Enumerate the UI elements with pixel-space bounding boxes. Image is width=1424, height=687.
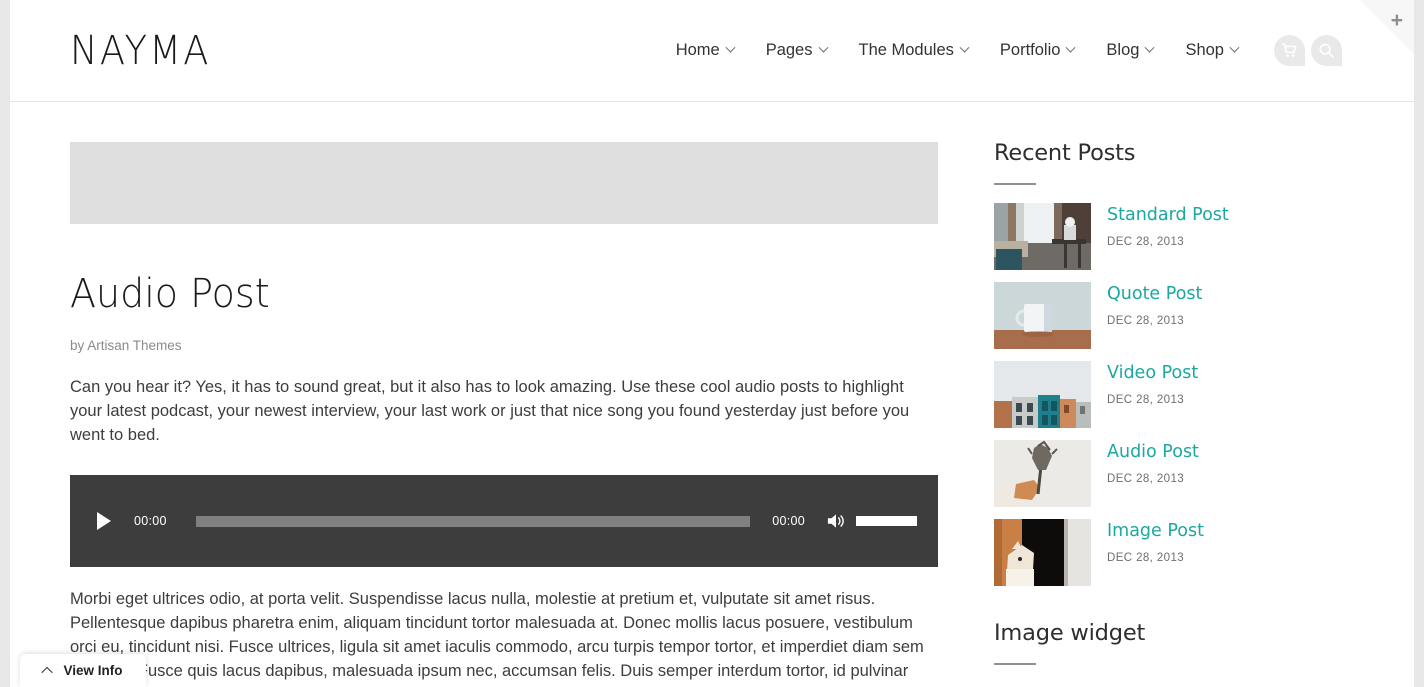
- widget-divider: [994, 663, 1036, 665]
- content-wrapper: Audio Post by Artisan Themes Can you hea…: [10, 102, 1414, 687]
- widget-divider: [994, 183, 1036, 185]
- nav-item-label: Portfolio: [999, 41, 1061, 59]
- nav-item-shop[interactable]: Shop: [1169, 41, 1254, 60]
- list-item[interactable]: Standard Post DEC 28, 2013: [994, 203, 1354, 270]
- post-link[interactable]: Audio Post: [1107, 442, 1199, 463]
- post-thumbnail[interactable]: [994, 361, 1091, 428]
- post-meta: Quote Post DEC 28, 2013: [1107, 282, 1202, 327]
- post-meta: Image Post DEC 28, 2013: [1107, 519, 1204, 564]
- post-meta: Audio Post DEC 28, 2013: [1107, 440, 1199, 485]
- audio-duration: 00:00: [772, 514, 805, 528]
- sidebar: Recent Posts Standard Post DEC 28, 2013 …: [994, 102, 1354, 687]
- cart-icon: [1281, 43, 1297, 57]
- mute-button[interactable]: [825, 510, 847, 532]
- post-date: DEC 28, 2013: [1107, 394, 1185, 406]
- site-header: NAYMA Home Pages The Modules Portfolio B…: [10, 0, 1414, 102]
- nav-item-portfolio[interactable]: Portfolio: [984, 41, 1091, 60]
- post-featured-image-placeholder: [70, 142, 938, 224]
- post-link[interactable]: Quote Post: [1107, 284, 1202, 305]
- post-link[interactable]: Video Post: [1107, 363, 1198, 384]
- post-date: DEC 28, 2013: [1107, 552, 1185, 564]
- plus-icon: +: [1390, 9, 1403, 32]
- list-item[interactable]: Audio Post DEC 28, 2013: [994, 440, 1354, 507]
- main-column: Audio Post by Artisan Themes Can you hea…: [70, 102, 938, 687]
- header-right-group: Home Pages The Modules Portfolio Blog Sh…: [660, 35, 1342, 66]
- post-thumbnail[interactable]: [994, 440, 1091, 507]
- chevron-up-icon: [41, 666, 54, 678]
- widget-recent-posts: Recent Posts Standard Post DEC 28, 2013 …: [994, 140, 1354, 586]
- cart-button[interactable]: [1274, 35, 1305, 66]
- nav-item-blog[interactable]: Blog: [1090, 41, 1169, 60]
- search-icon: [1319, 43, 1334, 58]
- post-thumbnail[interactable]: [994, 203, 1091, 270]
- list-item[interactable]: Video Post DEC 28, 2013: [994, 361, 1354, 428]
- play-button[interactable]: [91, 508, 117, 534]
- search-button[interactable]: [1311, 35, 1342, 66]
- hand-flowers-thumb-icon: [994, 440, 1091, 507]
- volume-slider[interactable]: [856, 516, 917, 526]
- post-date: DEC 28, 2013: [1107, 236, 1185, 248]
- browser-viewport: NAYMA Home Pages The Modules Portfolio B…: [0, 0, 1424, 687]
- chevron-down-icon: [818, 42, 828, 53]
- chevron-down-icon: [1229, 42, 1240, 53]
- main-navigation: Home Pages The Modules Portfolio Blog Sh…: [660, 41, 1254, 60]
- post-link[interactable]: Standard Post: [1107, 205, 1229, 226]
- speaker-icon: [827, 514, 844, 528]
- nav-item-label: Blog: [1106, 41, 1140, 59]
- post-meta: Standard Post DEC 28, 2013: [1107, 203, 1229, 248]
- nav-item-label: Shop: [1185, 41, 1224, 59]
- header-icon-group: [1274, 35, 1342, 66]
- post-body-continued: Morbi eget ultrices odio, at porta velit…: [70, 587, 938, 687]
- chevron-down-icon: [725, 42, 736, 53]
- living-room-thumb-icon: [994, 203, 1091, 270]
- audio-current-time: 00:00: [134, 514, 167, 528]
- widget-image: Image widget: [994, 620, 1354, 665]
- widget-title: Image widget: [994, 620, 1146, 646]
- chevron-down-icon: [1065, 42, 1076, 53]
- site-logo[interactable]: NAYMA: [70, 31, 211, 71]
- post-date: DEC 28, 2013: [1107, 315, 1185, 327]
- nav-item-pages[interactable]: Pages: [750, 41, 843, 60]
- view-info-button[interactable]: View Info: [20, 654, 146, 687]
- list-item[interactable]: Quote Post DEC 28, 2013: [994, 282, 1354, 349]
- post-paragraph: Can you hear it? Yes, it has to sound gr…: [70, 378, 910, 444]
- post-byline: by Artisan Themes: [70, 338, 182, 353]
- chevron-down-icon: [959, 42, 970, 53]
- view-info-label: View Info: [63, 663, 123, 678]
- audio-player[interactable]: 00:00 00:00: [70, 475, 938, 567]
- post-meta: Video Post DEC 28, 2013: [1107, 361, 1198, 406]
- page-title: Audio Post: [70, 271, 270, 317]
- post-paragraph: Morbi eget ultrices odio, at porta velit…: [70, 590, 924, 687]
- page-canvas: NAYMA Home Pages The Modules Portfolio B…: [10, 0, 1414, 687]
- chevron-down-icon: [1145, 42, 1155, 53]
- post-date: DEC 28, 2013: [1107, 473, 1185, 485]
- audio-progress-slider[interactable]: [195, 515, 751, 527]
- list-item[interactable]: Image Post DEC 28, 2013: [994, 519, 1354, 586]
- buildings-thumb-icon: [994, 361, 1091, 428]
- corner-toggle-button[interactable]: +: [1360, 0, 1414, 54]
- post-thumbnail[interactable]: [994, 282, 1091, 349]
- widget-title: Recent Posts: [994, 140, 1136, 166]
- mug-thumb-icon: [994, 282, 1091, 349]
- nav-item-label: Pages: [765, 41, 813, 59]
- post-link[interactable]: Image Post: [1107, 521, 1204, 542]
- corner-triangle: [1360, 0, 1414, 54]
- nav-item-label: Home: [675, 41, 720, 59]
- cat-door-thumb-icon: [994, 519, 1091, 586]
- nav-item-the-modules[interactable]: The Modules: [843, 41, 984, 60]
- play-icon: [97, 512, 111, 530]
- post-thumbnail[interactable]: [994, 519, 1091, 586]
- nav-item-home[interactable]: Home: [660, 41, 750, 60]
- nav-item-label: The Modules: [858, 41, 954, 59]
- post-body: Can you hear it? Yes, it has to sound gr…: [70, 375, 938, 447]
